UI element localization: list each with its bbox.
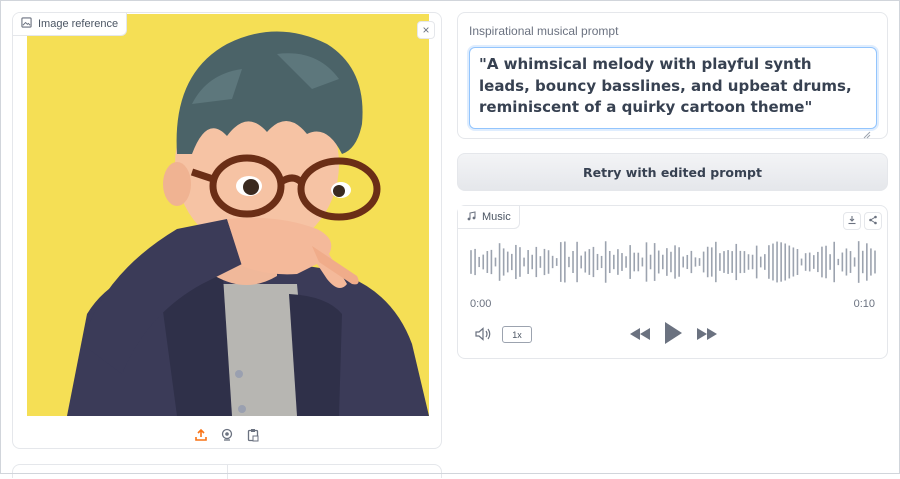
resize-grip-icon[interactable]	[863, 131, 871, 139]
time-end: 0:10	[853, 298, 875, 310]
prompt-textarea[interactable]: "A whimsical melody with playful synth l…	[469, 47, 877, 129]
prompt-panel: Inspirational musical prompt "A whimsica…	[457, 12, 888, 139]
close-image-button[interactable]: ×	[417, 21, 435, 39]
image-icon	[21, 17, 32, 31]
waveform[interactable]	[470, 238, 876, 286]
bottom-tab-strip	[12, 464, 442, 479]
music-label: Music	[458, 206, 520, 229]
rewind-icon[interactable]	[629, 327, 651, 346]
retry-button[interactable]: Retry with edited prompt	[457, 153, 888, 191]
fast-forward-icon[interactable]	[696, 327, 718, 346]
upload-icon[interactable]	[193, 427, 209, 443]
webcam-icon[interactable]	[219, 427, 235, 443]
time-start: 0:00	[470, 298, 492, 310]
music-note-icon	[466, 210, 476, 224]
image-reference-label: Image reference	[13, 13, 128, 36]
clipboard-icon[interactable]	[245, 427, 261, 443]
music-label-text: Music	[482, 211, 511, 223]
share-button[interactable]	[864, 212, 882, 230]
volume-icon[interactable]	[474, 326, 492, 347]
tab-divider	[227, 465, 228, 479]
prompt-label: Inspirational musical prompt	[469, 24, 619, 38]
playback-speed-button[interactable]: 1x	[502, 326, 532, 343]
image-toolbar	[13, 423, 441, 447]
image-reference-label-text: Image reference	[38, 18, 119, 30]
share-icon	[868, 212, 878, 230]
reference-image	[27, 14, 429, 416]
avatar-illustration	[27, 14, 429, 416]
player-controls: 1x	[458, 320, 887, 348]
download-icon	[847, 212, 857, 230]
close-icon: ×	[422, 23, 430, 37]
download-button[interactable]	[843, 212, 861, 230]
image-reference-panel: Image reference ×	[12, 12, 442, 449]
music-panel: Music 0:00 0:10 1x	[457, 205, 888, 359]
play-icon[interactable]	[663, 321, 683, 350]
